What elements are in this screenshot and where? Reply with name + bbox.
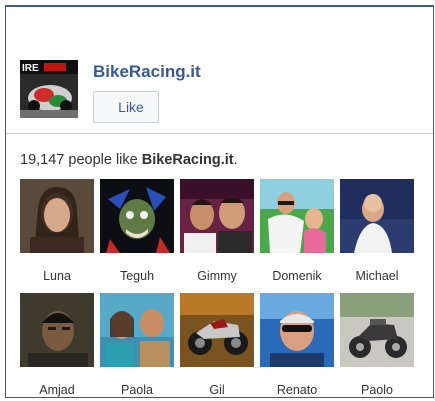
fan-name[interactable]: Paola [97, 383, 177, 397]
like-button[interactable]: Like [93, 91, 159, 123]
svg-text:IRE: IRE [22, 63, 39, 74]
fan-avatar[interactable] [180, 293, 254, 367]
fan-avatar[interactable] [20, 293, 94, 367]
fan-name[interactable]: Teguh [97, 269, 177, 283]
fan-name[interactable]: Gimmy [177, 269, 257, 283]
fan-avatar[interactable] [340, 293, 414, 367]
fan-name[interactable]: Paolo [337, 383, 417, 397]
page-profile-picture[interactable]: IRE [20, 60, 78, 118]
page-name-link[interactable]: BikeRacing.it [93, 62, 201, 82]
fan-avatar[interactable] [180, 179, 254, 253]
like-count-label: people like [64, 152, 142, 168]
like-count-suffix: . [233, 152, 238, 168]
fan-name[interactable]: Amjad [17, 383, 97, 397]
like-count-text: 19,147 people like BikeRacing.it. [20, 152, 238, 168]
like-count-page-name[interactable]: BikeRacing.it [142, 152, 234, 168]
like-box-widget: IRE BikeRacing.it Like 19,147 people lik… [5, 5, 434, 398]
fan-avatar[interactable] [260, 179, 334, 253]
fan-name[interactable]: Domenik [257, 269, 337, 283]
fan-avatar[interactable] [20, 179, 94, 253]
fan-name[interactable]: Michael [337, 269, 417, 283]
fan-name[interactable]: Gil [177, 383, 257, 397]
fan-avatar[interactable] [100, 179, 174, 253]
fan-avatar[interactable] [260, 293, 334, 367]
page-header: IRE BikeRacing.it Like [6, 7, 433, 134]
fan-avatar[interactable] [340, 179, 414, 253]
fan-name[interactable]: Luna [17, 269, 97, 283]
fan-avatar[interactable] [100, 293, 174, 367]
fan-name[interactable]: Renato [257, 383, 337, 397]
like-count-number: 19,147 [20, 152, 65, 168]
